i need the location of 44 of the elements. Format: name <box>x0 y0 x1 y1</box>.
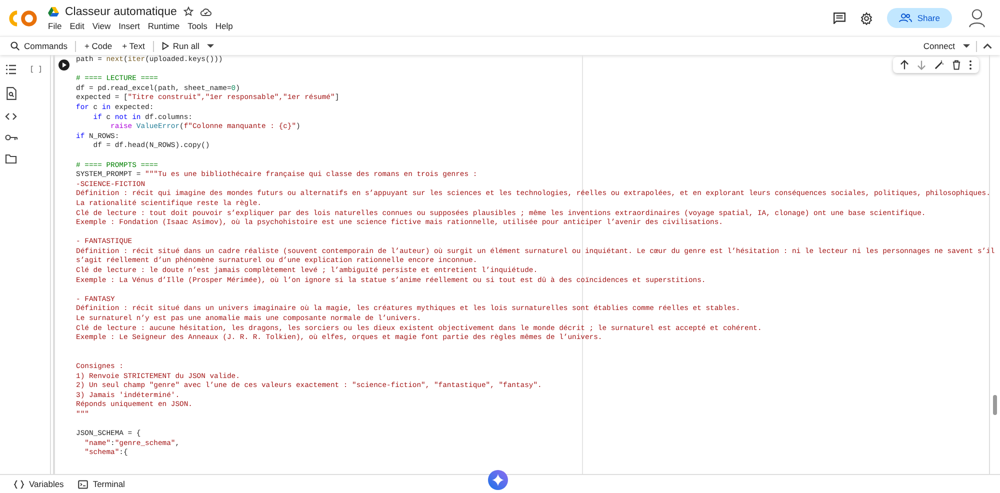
move-down-icon[interactable] <box>917 60 926 70</box>
variables-button[interactable]: Variables <box>14 479 64 489</box>
delete-icon[interactable] <box>952 60 961 70</box>
menu-item[interactable]: View <box>92 20 111 30</box>
document-search-icon[interactable] <box>6 87 16 100</box>
logo-icon[interactable] <box>6 8 40 28</box>
menu-item[interactable]: File <box>48 20 62 30</box>
terminal-icon <box>78 480 88 488</box>
caret-icon[interactable] <box>207 44 214 48</box>
run-cell-button[interactable] <box>58 59 70 71</box>
add-text-button[interactable]: + Text <box>120 41 147 51</box>
braces-icon <box>14 480 24 488</box>
key-icon[interactable] <box>4 133 18 142</box>
menu-item[interactable]: Tools <box>188 20 208 30</box>
caret-icon[interactable] <box>963 44 970 48</box>
edit-icon[interactable] <box>934 60 944 70</box>
comment-icon[interactable] <box>833 12 846 24</box>
people-icon <box>899 13 912 23</box>
commands-button[interactable]: Commands <box>8 41 70 51</box>
connect-button[interactable]: Connect <box>921 41 957 51</box>
add-code-button[interactable]: + Code <box>82 41 114 51</box>
share-button[interactable]: Share <box>887 8 952 28</box>
table-of-contents-icon[interactable] <box>5 64 17 75</box>
notebook-title[interactable]: Classeur automatique <box>65 6 177 18</box>
play-icon <box>162 42 169 50</box>
drive-icon <box>48 6 59 16</box>
cloud-icon[interactable] <box>200 6 212 16</box>
gemini-button[interactable] <box>488 470 508 490</box>
scrollbar[interactable] <box>993 395 997 415</box>
menu-item[interactable]: Edit <box>70 20 84 30</box>
settings-icon[interactable] <box>860 12 874 24</box>
menu-item[interactable]: Runtime <box>148 20 180 30</box>
chevron-up-icon[interactable] <box>983 43 992 49</box>
terminal-button[interactable]: Terminal <box>78 479 125 489</box>
run-all-button[interactable]: Run all <box>160 41 202 51</box>
menu-item[interactable]: Insert <box>118 20 140 30</box>
folder-icon[interactable] <box>5 154 17 164</box>
move-up-icon[interactable] <box>900 60 909 70</box>
search-icon <box>10 41 20 51</box>
menu-item[interactable]: Help <box>215 20 233 30</box>
star-icon[interactable] <box>182 6 194 17</box>
more-icon[interactable] <box>969 60 972 70</box>
avatar-icon[interactable] <box>966 7 988 29</box>
code-icon[interactable] <box>5 112 17 121</box>
